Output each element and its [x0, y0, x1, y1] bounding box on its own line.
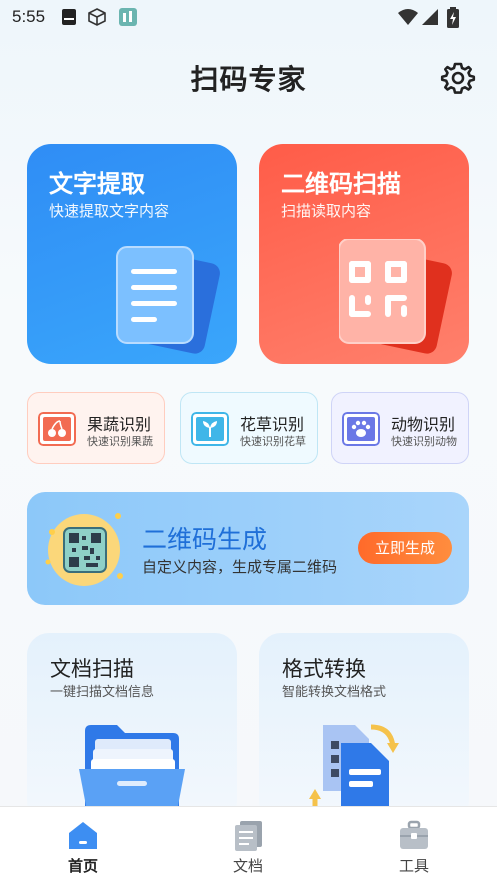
qr-generate-subtitle: 自定义内容，生成专属二维码 — [142, 558, 338, 576]
doc-scan-title: 文档扫描 — [50, 657, 134, 681]
app-notification-icon — [119, 8, 137, 26]
battery-icon — [447, 7, 459, 28]
doc-scan-subtitle: 一键扫描文档信息 — [50, 685, 155, 700]
nav-tools-label: 工具 — [398, 857, 429, 875]
cube-icon — [88, 8, 106, 26]
text-extract-subtitle: 快速提取文字内容 — [49, 202, 170, 220]
qr-generate-banner[interactable]: 二维码生成 自定义内容，生成专属二维码 立即生成 — [27, 492, 469, 605]
nav-home-label: 首页 — [67, 857, 98, 875]
qr-code-icon — [339, 239, 452, 354]
plant-recognition-card[interactable]: 花草识别 快速识别花草 — [180, 392, 318, 464]
document-icon — [235, 821, 262, 851]
format-convert-card[interactable]: 格式转换 智能转换文档格式 — [259, 633, 469, 823]
status-bar: 5:55 — [0, 0, 497, 36]
animal-recognition-card[interactable]: 动物识别 快速识别动物 — [331, 392, 469, 464]
qr-generate-icon — [45, 513, 123, 586]
qr-generate-title: 二维码生成 — [142, 525, 268, 554]
sprout-icon — [191, 412, 229, 446]
animal-recognition-title: 动物识别 — [391, 415, 456, 434]
nav-documents[interactable]: 文档 — [188, 807, 308, 884]
signal-icon — [422, 9, 438, 25]
wifi-icon — [398, 9, 418, 25]
paw-icon — [342, 412, 380, 446]
format-convert-title: 格式转换 — [282, 657, 366, 681]
notification-icon — [62, 9, 76, 25]
home-icon — [69, 822, 97, 849]
animal-recognition-subtitle: 快速识别动物 — [391, 435, 457, 448]
document-text-icon — [116, 246, 220, 354]
nav-home[interactable]: 首页 — [23, 807, 143, 884]
plant-recognition-title: 花草识别 — [240, 415, 305, 434]
settings-button[interactable] — [440, 60, 476, 96]
cherry-icon — [38, 412, 76, 446]
nav-tools[interactable]: 工具 — [354, 807, 474, 884]
status-time: 5:55 — [12, 7, 46, 26]
toolbox-icon — [400, 820, 428, 849]
folder-icon — [79, 725, 185, 811]
generate-now-button[interactable]: 立即生成 — [358, 532, 452, 564]
qr-scan-subtitle: 扫描读取内容 — [281, 202, 372, 220]
qr-scan-card[interactable]: 二维码扫描 扫描读取内容 — [259, 144, 469, 364]
plant-recognition-subtitle: 快速识别花草 — [240, 435, 306, 448]
format-convert-subtitle: 智能转换文档格式 — [282, 685, 387, 700]
bottom-nav: 首页 文档 工具 — [0, 806, 497, 884]
text-extract-title: 文字提取 — [49, 170, 145, 198]
fruit-recognition-card[interactable]: 果蔬识别 快速识别果蔬 — [27, 392, 165, 464]
qr-scan-title: 二维码扫描 — [281, 170, 401, 198]
fruit-recognition-title: 果蔬识别 — [87, 415, 152, 434]
app-title: 扫码专家 — [190, 63, 307, 96]
gear-icon — [440, 62, 476, 94]
text-extract-card[interactable]: 文字提取 快速提取文字内容 — [27, 144, 237, 364]
nav-documents-label: 文档 — [232, 857, 263, 875]
fruit-recognition-subtitle: 快速识别果蔬 — [87, 435, 153, 448]
doc-scan-card[interactable]: 文档扫描 一键扫描文档信息 — [27, 633, 237, 823]
convert-icon — [309, 724, 399, 811]
